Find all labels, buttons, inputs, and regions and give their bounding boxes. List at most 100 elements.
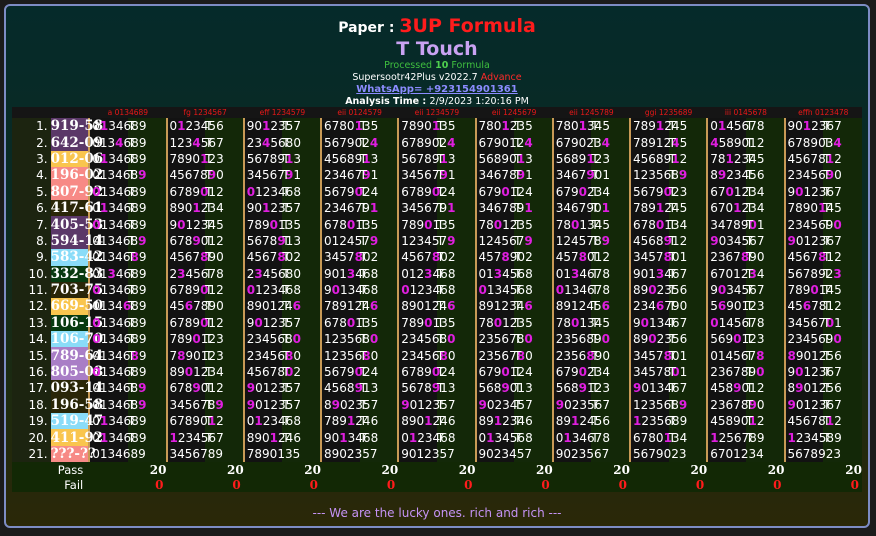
hit-digit: 6: [802, 299, 812, 314]
formula-cell: 0134568: [474, 265, 533, 282]
status-mark: T: [127, 298, 167, 315]
status-mark: T: [745, 232, 785, 250]
status-mark: T: [436, 183, 476, 200]
report-panel: Paper : 3UP Formula T Touch Processed 10…: [4, 4, 870, 528]
status-mark: T: [282, 249, 321, 266]
hit-digit: 9: [138, 168, 147, 183]
table-row: 21.???-??0134689 3456789 7890135 8902357 901…: [12, 445, 862, 463]
result-cell: 642-09: [50, 134, 104, 151]
formula-cell: 4568912: [629, 232, 687, 250]
pass-count: 20: [475, 462, 553, 478]
formula-cell: 6701234: [706, 445, 764, 463]
formula-cell: 7890135: [397, 118, 455, 135]
formula-cell: 0134689: [88, 413, 146, 430]
formula-cell: 4567812: [783, 298, 842, 315]
row-number: 21.: [12, 445, 51, 463]
hit-digit: 1: [655, 201, 665, 216]
formula-cell: 5689123: [551, 150, 610, 168]
hit-digit: 0: [346, 217, 356, 232]
row-number: 7.: [12, 216, 51, 233]
row-number: 4.: [12, 167, 51, 184]
formula-cell: 6789024: [397, 363, 455, 381]
formula-cell: 2346791: [320, 167, 378, 184]
hit-digit: 1: [408, 430, 418, 445]
formula-cell: 7891246: [320, 298, 378, 315]
hit-digit: 9: [717, 168, 727, 183]
status-mark: T: [205, 363, 244, 381]
status-mark: T: [745, 183, 785, 200]
hit-digit: 9: [524, 233, 533, 248]
formula-cell: 9012357: [397, 445, 455, 463]
status-mark: T: [282, 281, 321, 299]
formula-cell: 7890145: [783, 281, 842, 299]
status-mark: T: [127, 249, 167, 266]
formula-cell: 7890135: [242, 445, 300, 463]
status-mark: T: [436, 281, 476, 299]
status-mark: T: [514, 429, 553, 446]
status-mark: T: [591, 281, 630, 299]
status-mark: T: [359, 249, 399, 266]
formula-cell: 9013468: [320, 281, 378, 299]
formula-cell: 9012357: [242, 396, 301, 414]
table-row: 7.405-530134689T9012345T7890135T6780135T…: [12, 216, 862, 233]
table-row: 6.417-610134689T8901234T9012357T2346791T…: [12, 199, 862, 217]
hit-digit: 1: [99, 151, 109, 166]
hit-digit: 6: [717, 299, 727, 314]
hit-digit: 9: [601, 233, 610, 248]
formula-cell: 8902356: [629, 281, 687, 299]
edition: Advance: [480, 72, 522, 83]
formula-cell: 3467901: [551, 167, 610, 184]
formula-cell: 4578012: [551, 249, 610, 266]
formula-cell: 6790234: [551, 363, 610, 381]
status-mark: T: [359, 314, 399, 332]
status-mark: T: [591, 429, 630, 446]
status-mark: T: [205, 281, 244, 299]
formula-cell: 5678913: [242, 232, 301, 250]
formula-cell: 1235680: [320, 347, 378, 364]
result-cell: 583-42: [50, 249, 104, 266]
formula-cell: 7890145: [783, 199, 842, 217]
status-mark: T: [127, 413, 167, 430]
hit-digit: 9: [192, 381, 201, 396]
formula-cell: 9013467: [629, 265, 687, 282]
row-number: 12.: [12, 298, 51, 315]
formula-cell: 9013467: [629, 314, 687, 332]
status-mark: T: [359, 265, 399, 282]
formula-cell: 7801235: [474, 314, 533, 332]
formula-cell: 6789012: [165, 232, 224, 250]
hit-digit: 9: [138, 233, 147, 248]
hit-digit: 0: [578, 184, 588, 199]
formula-cell: 0134689: [88, 298, 146, 315]
result-cell: 411-92: [50, 429, 104, 446]
hit-digit: 0: [331, 283, 340, 298]
status-mark: T: [668, 380, 708, 397]
formula-cell: 0134689: [88, 347, 146, 364]
formula-cell: 2346790: [629, 298, 687, 315]
status-mark: T: [745, 429, 785, 446]
formula-cell: 9023457: [474, 445, 532, 463]
hit-digit: 9: [578, 381, 588, 396]
hit-digit: 1: [578, 119, 588, 134]
fail-count: 0: [552, 477, 630, 493]
status-mark: T: [282, 429, 321, 446]
formula-cell: 1235689: [629, 413, 687, 430]
table-row: 18.196-580134689T3456789T9012357T8902357…: [12, 396, 862, 414]
hit-digit: 3: [107, 266, 116, 281]
status-mark: T: [436, 429, 476, 446]
status-mark: T: [282, 232, 321, 250]
status-mark: T: [205, 314, 244, 332]
status-mark: T: [514, 314, 553, 332]
formula-cell: 1235680: [320, 331, 378, 348]
whatsapp-link[interactable]: WhatsApp= +923154901361: [6, 84, 868, 96]
hit-digit: 0: [833, 217, 842, 232]
hit-digit: 1: [369, 201, 379, 216]
formula-cell: 4567802: [242, 249, 301, 266]
status-mark: T: [359, 281, 399, 299]
formula-cell: 5679024: [320, 183, 378, 200]
formula-cell: 8901256: [783, 380, 842, 397]
hit-digit: 0: [524, 332, 533, 347]
processed-line: Processed 10 Formula: [6, 60, 868, 72]
result-cell: 519-47: [50, 413, 104, 430]
fail-count: 0: [707, 477, 785, 493]
row-number: 1.: [12, 118, 51, 135]
